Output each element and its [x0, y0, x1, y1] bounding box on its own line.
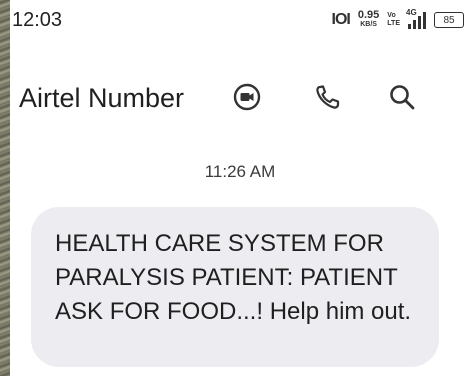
contact-name: Airtel Number [19, 83, 185, 113]
network-speed: 0.95 KB/S [357, 9, 380, 29]
message-timestamp: 11:26 AM [204, 162, 276, 181]
battery-level: 85 [443, 14, 455, 26]
network-speed-unit: KB/S [360, 21, 377, 28]
network-type: 4G [406, 7, 417, 17]
volte-label-top: Vo [387, 12, 396, 19]
status-bar: 12:03 IOI 0.95 KB/S Vo LTE 4G 85 [10, 0, 470, 44]
phone-icon[interactable] [313, 82, 343, 112]
volte-label-bottom: LTE [387, 20, 400, 27]
volte-icon: Vo LTE [387, 12, 400, 28]
network-speed-value: 0.95 [357, 9, 380, 21]
message-bubble[interactable]: HEALTH CARE SYSTEM FOR PARALYSIS PATIENT… [31, 207, 439, 367]
search-icon[interactable] [387, 82, 417, 112]
vibrate-icon: IOI [331, 11, 351, 28]
phone-screen: 12:03 IOI 0.95 KB/S Vo LTE 4G 85 Airtel … [10, 0, 470, 376]
background-texture [0, 0, 10, 376]
status-time: 12:03 [12, 9, 63, 31]
message-text: HEALTH CARE SYSTEM FOR PARALYSIS PATIENT… [55, 230, 412, 325]
video-call-icon[interactable] [232, 82, 262, 112]
conversation-header: Airtel Number [10, 74, 470, 120]
status-icons: IOI 0.95 KB/S Vo LTE 4G 85 [332, 8, 464, 32]
signal-icon: 4G [406, 8, 426, 29]
battery-icon: 85 [434, 12, 464, 28]
